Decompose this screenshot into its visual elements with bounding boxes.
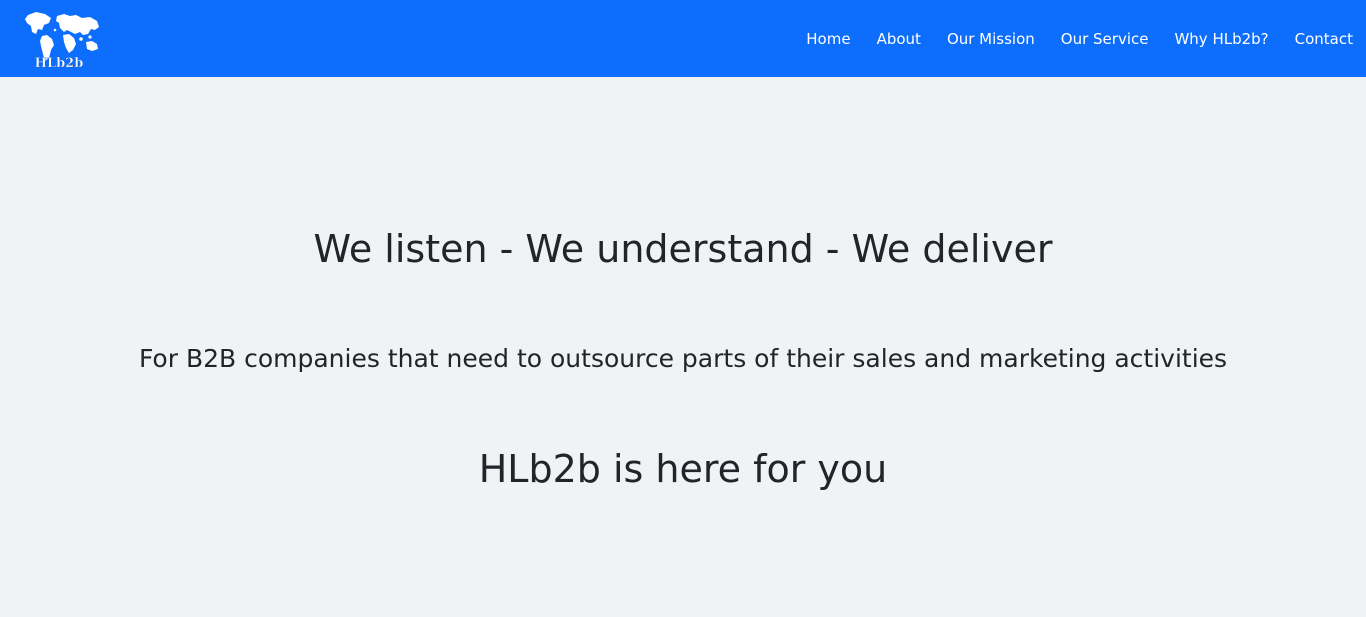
primary-nav: Home About Our Mission Our Service Why H… <box>806 0 1353 77</box>
world-map-icon <box>25 12 99 61</box>
hlb2b-logo[interactable]: HLb2b <box>20 8 106 70</box>
logo-text: HLb2b <box>35 56 84 70</box>
nav-home[interactable]: Home <box>806 30 850 48</box>
hero-tagline: HLb2b is here for you <box>478 447 888 491</box>
top-navbar: HLb2b Home About Our Mission Our Service… <box>0 0 1366 77</box>
hero-section: We listen - We understand - We deliver F… <box>0 77 1366 617</box>
nav-about[interactable]: About <box>877 30 921 48</box>
hero-headline: We listen - We understand - We deliver <box>313 227 1053 271</box>
hero-subheading: For B2B companies that need to outsource… <box>138 344 1228 373</box>
nav-our-mission[interactable]: Our Mission <box>947 30 1035 48</box>
nav-our-service[interactable]: Our Service <box>1061 30 1149 48</box>
nav-contact[interactable]: Contact <box>1295 30 1353 48</box>
nav-why-hlb2b[interactable]: Why HLb2b? <box>1174 30 1268 48</box>
